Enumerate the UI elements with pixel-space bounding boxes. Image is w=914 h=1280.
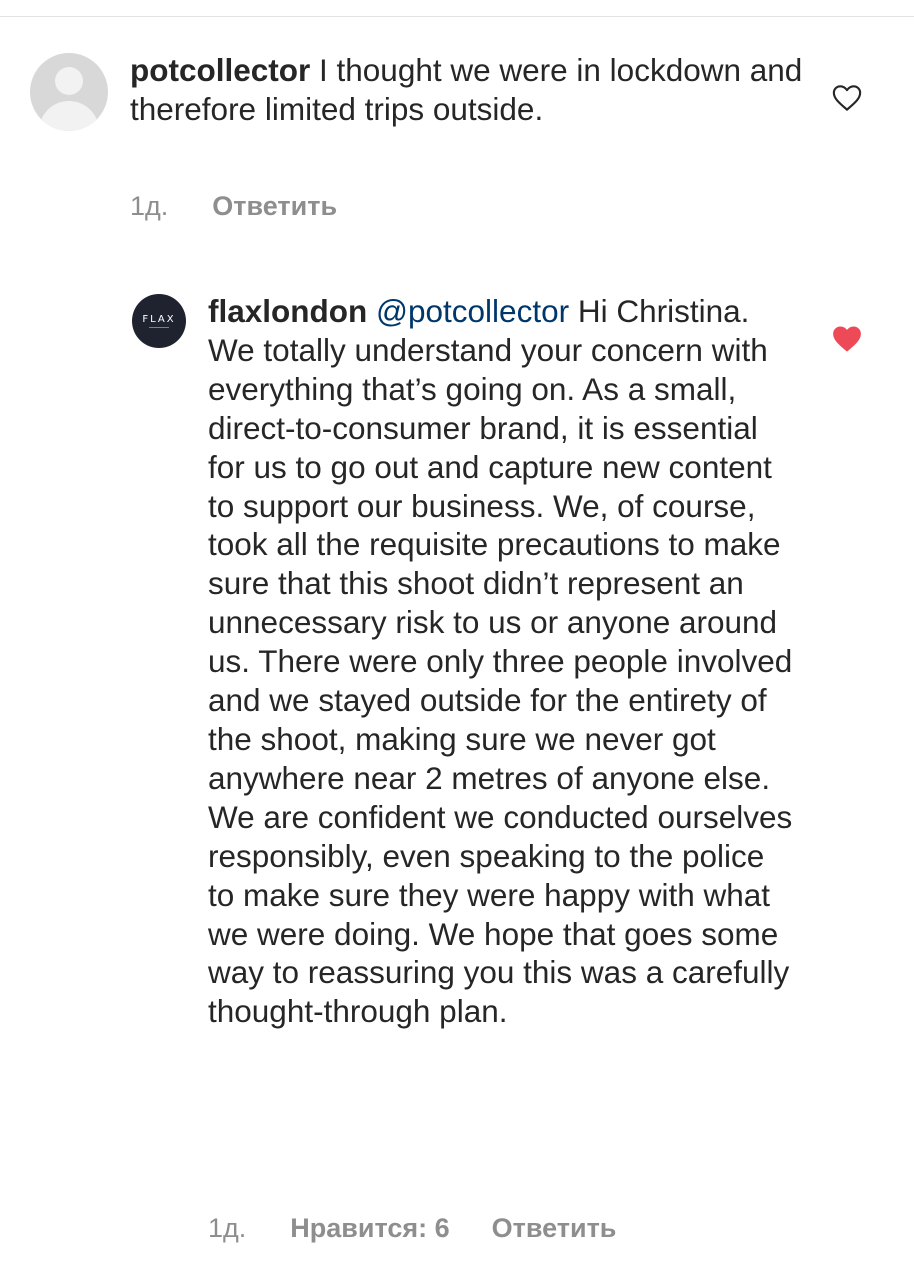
avatar-head-shape — [55, 67, 83, 95]
comment-meta: 1д. Ответить — [130, 190, 337, 222]
heart-filled-icon[interactable] — [832, 325, 862, 353]
heart-outline-icon[interactable] — [832, 84, 862, 112]
comment-body: flaxlondon @potcollector Hi Christina. W… — [208, 292, 798, 1031]
avatar-logo-underline — [149, 327, 169, 328]
comment-mention[interactable]: @potcollector — [376, 293, 569, 329]
default-user-avatar-icon[interactable] — [30, 53, 108, 131]
reply-button[interactable]: Ответить — [492, 1212, 617, 1244]
likes-count-button[interactable]: Нравится: 6 — [290, 1212, 449, 1244]
comment-text: Hi Christina. We totally understand your… — [208, 293, 793, 1030]
comment-body: potcollector I thought we were in lockdo… — [130, 51, 810, 129]
comment-username[interactable]: flaxlondon — [208, 293, 367, 329]
flax-logo-avatar-icon[interactable]: FLAX — [132, 294, 186, 348]
avatar-logo-text: FLAX — [142, 313, 176, 325]
comment-timestamp: 1д. — [208, 1213, 247, 1243]
comment-meta: 1д. Нравится: 6 Ответить — [208, 1212, 616, 1244]
comment-username[interactable]: potcollector — [130, 52, 310, 88]
top-divider — [0, 16, 914, 17]
comment-timestamp: 1д. — [130, 191, 169, 221]
reply-button[interactable]: Ответить — [212, 190, 337, 222]
avatar-body-shape — [39, 101, 99, 131]
